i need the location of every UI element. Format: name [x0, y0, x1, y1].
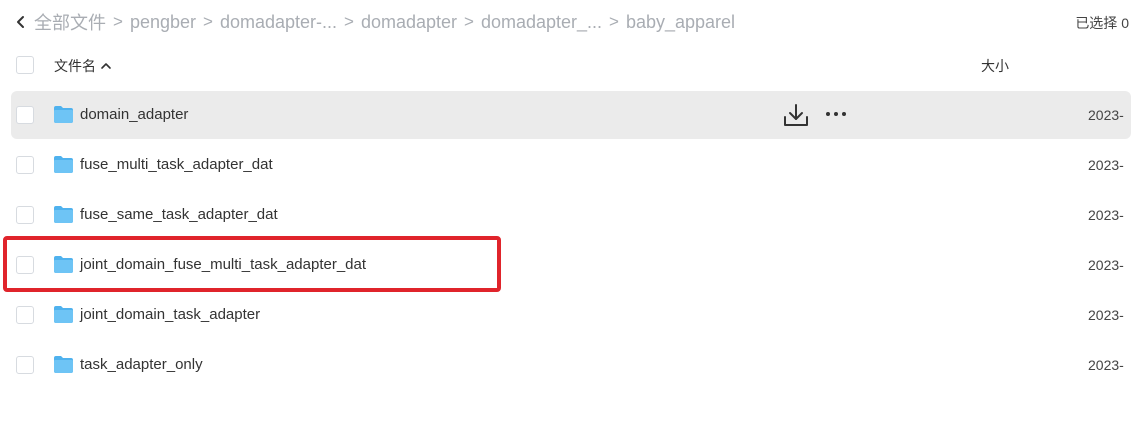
file-name[interactable]: task_adapter_only [80, 356, 203, 373]
back-button[interactable] [12, 12, 30, 32]
file-list: domain_adapter 2023- fuse_multi_task_ada… [0, 90, 1131, 390]
breadcrumb-item[interactable]: domadapter [361, 12, 457, 33]
select-all-checkbox[interactable] [16, 56, 34, 74]
table-header: 文件名 大小 [0, 44, 1131, 86]
modified-date: 2023- [1088, 357, 1124, 373]
breadcrumb-separator: > [203, 12, 213, 31]
breadcrumb: 全部文件 > pengber > domadapter-... > domada… [34, 9, 735, 35]
more-actions-button[interactable] [824, 102, 848, 126]
row-checkbox[interactable] [16, 306, 34, 324]
breadcrumb-separator: > [609, 12, 619, 31]
file-name[interactable]: domain_adapter [80, 106, 188, 123]
row-checkbox[interactable] [16, 206, 34, 224]
breadcrumb-separator: > [113, 12, 123, 31]
breadcrumb-item[interactable]: domadapter_... [481, 12, 602, 33]
selection-count: 已选择 0 [1075, 15, 1129, 31]
modified-date: 2023- [1088, 307, 1124, 323]
modified-date: 2023- [1088, 107, 1124, 123]
breadcrumb-item-all-files[interactable]: 全部文件 [34, 9, 106, 35]
column-header-name-label: 文件名 [54, 58, 96, 74]
folder-icon [54, 356, 73, 373]
file-name[interactable]: joint_domain_task_adapter [80, 306, 260, 323]
column-header-size[interactable]: 大小 [981, 56, 1009, 76]
row-checkbox[interactable] [16, 356, 34, 374]
file-name[interactable]: joint_domain_fuse_multi_task_adapter_dat [80, 256, 366, 273]
breadcrumb-item[interactable]: domadapter-... [220, 12, 337, 33]
row-checkbox[interactable] [16, 156, 34, 174]
breadcrumb-bar: 全部文件 > pengber > domadapter-... > domada… [0, 0, 1131, 44]
row-checkbox[interactable] [16, 256, 34, 274]
table-row[interactable]: fuse_multi_task_adapter_dat 2023- [0, 140, 1131, 190]
table-row[interactable]: domain_adapter 2023- [0, 90, 1131, 140]
folder-icon [54, 106, 73, 123]
table-row[interactable]: fuse_same_task_adapter_dat 2023- [0, 190, 1131, 240]
more-horizontal-icon [826, 112, 846, 116]
column-header-name[interactable]: 文件名 [54, 56, 112, 76]
breadcrumb-separator: > [464, 12, 474, 31]
modified-date: 2023- [1088, 157, 1124, 173]
breadcrumb-item[interactable]: pengber [130, 12, 196, 33]
modified-date: 2023- [1088, 207, 1124, 223]
file-name[interactable]: fuse_same_task_adapter_dat [80, 206, 278, 223]
folder-icon [54, 156, 73, 173]
folder-icon [54, 206, 73, 223]
download-icon [784, 104, 808, 126]
chevron-left-icon [17, 16, 24, 28]
breadcrumb-item-current[interactable]: baby_apparel [626, 12, 735, 33]
table-row[interactable]: task_adapter_only 2023- [0, 340, 1131, 390]
row-checkbox[interactable] [16, 106, 34, 124]
breadcrumb-separator: > [344, 12, 354, 31]
file-name[interactable]: fuse_multi_task_adapter_dat [80, 156, 273, 173]
folder-icon [54, 306, 73, 323]
chevron-up-icon [101, 63, 111, 69]
modified-date: 2023- [1088, 257, 1124, 273]
download-button[interactable] [782, 101, 810, 129]
table-row[interactable]: joint_domain_task_adapter 2023- [0, 290, 1131, 340]
folder-icon [54, 256, 73, 273]
table-row[interactable]: joint_domain_fuse_multi_task_adapter_dat… [0, 240, 1131, 290]
